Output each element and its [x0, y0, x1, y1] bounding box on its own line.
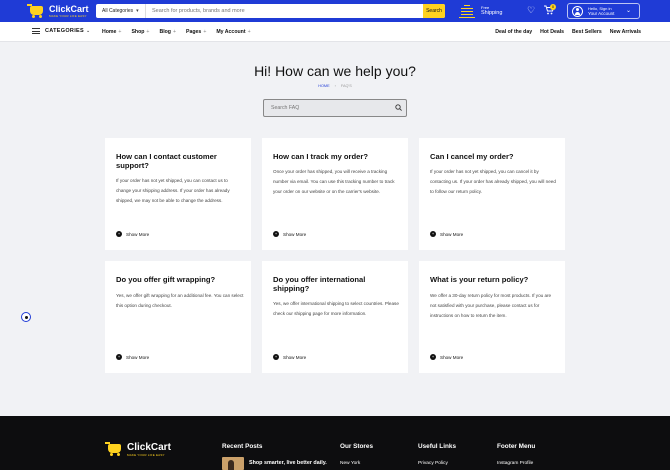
faq-question: Can I cancel my order? — [430, 152, 514, 161]
plus-circle-icon: + — [273, 354, 279, 360]
faq-answer: If your order has not yet shipped, you c… — [430, 169, 556, 195]
show-more-button[interactable]: + Show More — [273, 354, 306, 360]
store-link[interactable]: New York — [340, 461, 360, 466]
plus-circle-icon: + — [430, 231, 436, 237]
free-shipping[interactable]: Free Shipping — [459, 3, 502, 18]
plus-circle-icon: + — [430, 354, 436, 360]
main-nav: CATEGORIES ⌄ Home + Shop + Blog + Pages + My… — [0, 22, 670, 42]
cart-logo-icon — [27, 3, 47, 19]
faq-question: Do you offer international shipping? — [273, 275, 366, 293]
categories-label: CATEGORIES — [45, 28, 84, 34]
useful-link[interactable]: Privacy Policy — [418, 461, 448, 466]
chevron-down-icon: ▾ — [136, 8, 139, 14]
quick-link-deal-of-the-day[interactable]: Deal of the day — [495, 29, 532, 35]
faq-card: Do you offer international shipping? Yes… — [262, 261, 408, 373]
breadcrumb-separator: › — [334, 84, 336, 88]
post-thumbnail[interactable] — [222, 457, 244, 470]
show-more-button[interactable]: + Show More — [430, 354, 463, 360]
faq-answer: Yes, we offer gift wrapping for an addit… — [116, 293, 244, 309]
chevron-down-icon: ⌄ — [625, 8, 631, 14]
plus-circle-icon: + — [116, 231, 122, 237]
footer-logo-tagline: MAKE YOUR LIFE EASY — [127, 452, 165, 457]
shipping-line2: Shipping — [481, 9, 503, 16]
cart-logo-icon — [105, 441, 125, 457]
recent-post-title[interactable]: Shop smarter, live better daily. — [249, 460, 327, 466]
categories-menu[interactable]: CATEGORIES ⌄ — [32, 28, 90, 34]
plus-circle-icon: + — [273, 231, 279, 237]
menu-item-shop[interactable]: Shop + — [131, 29, 149, 35]
plus-circle-icon: + — [116, 354, 122, 360]
menu-item-my-account[interactable]: My Account + — [216, 29, 250, 35]
search-input[interactable] — [146, 4, 423, 18]
faq-question: How can I contact customer support? — [116, 152, 217, 170]
faq-card: Do you offer gift wrapping? Yes, we offe… — [105, 261, 251, 373]
search-icon[interactable] — [390, 103, 406, 113]
quick-link-new-arrivals[interactable]: New Arrivals — [610, 29, 641, 35]
faq-question: How can I track my order? — [273, 152, 368, 161]
show-more-button[interactable]: + Show More — [273, 231, 306, 237]
wishlist-heart-icon[interactable]: ♡ — [526, 5, 536, 15]
faq-card: How can I track my order? Once your orde… — [262, 138, 408, 250]
breadcrumb: HOME › FAQ'S — [0, 84, 670, 88]
faq-answer: If your order has not yet shipped, you c… — [116, 178, 230, 204]
menu-list: Home + Shop + Blog + Pages + My Account + — [102, 29, 261, 35]
faq-question: Do you offer gift wrapping? — [116, 275, 216, 284]
faq-card: How can I contact customer support? If y… — [105, 138, 251, 250]
top-header: ClickCart MAKE YOUR LIFE EASY All Catego… — [0, 0, 670, 22]
breadcrumb-current: FAQ'S — [340, 84, 352, 88]
show-more-button[interactable]: + Show More — [116, 231, 149, 237]
faq-card: Can I cancel my order? If your order has… — [419, 138, 565, 250]
search-button[interactable]: Search — [423, 4, 445, 18]
quick-links: Deal of the day Hot Deals Best Sellers N… — [487, 29, 641, 35]
cart-count-badge: 0 — [550, 4, 556, 10]
our-stores-heading: Our Stores — [340, 443, 374, 450]
building-icon — [459, 3, 475, 18]
show-more-button[interactable]: + Show More — [116, 354, 149, 360]
category-select[interactable]: All Categories ▾ — [96, 4, 146, 18]
user-icon — [572, 5, 583, 17]
chevron-down-icon: ⌄ — [85, 28, 91, 34]
logo[interactable]: ClickCart MAKE YOUR LIFE EASY — [27, 3, 89, 19]
logo-name: ClickCart — [49, 4, 89, 14]
useful-links-heading: Useful Links — [418, 443, 456, 450]
footer-logo[interactable]: ClickCart MAKE YOUR LIFE EASY — [105, 441, 171, 457]
faq-card: What is your return policy? We offer a 3… — [419, 261, 565, 373]
hamburger-icon — [32, 28, 40, 34]
faq-question: What is your return policy? — [430, 275, 529, 284]
category-select-value: All Categories — [102, 8, 134, 14]
menu-item-blog[interactable]: Blog + — [159, 29, 176, 35]
footer-menu-heading: Footer Menu — [497, 443, 536, 450]
account-label: Your Account — [588, 11, 615, 16]
recent-posts-heading: Recent Posts — [222, 443, 263, 450]
footer-logo-name: ClickCart — [127, 441, 171, 453]
breadcrumb-home[interactable]: HOME — [318, 84, 329, 88]
logo-tagline: MAKE YOUR LIFE EASY — [49, 14, 87, 18]
show-more-button[interactable]: + Show More — [430, 231, 463, 237]
faq-answer: Yes, we offer international shipping to … — [273, 301, 399, 317]
faq-answer: We offer a 30-day return policy for most… — [430, 293, 552, 319]
floating-radio-button[interactable] — [21, 312, 31, 322]
footer: ClickCart MAKE YOUR LIFE EASY Recent Pos… — [0, 416, 670, 470]
account-button[interactable]: Hello, Sign in Your Account ⌄ — [567, 3, 640, 19]
quick-link-best-sellers[interactable]: Best Sellers — [572, 29, 602, 35]
page-title: Hi! How can we help you? — [254, 63, 416, 79]
quick-link-hot-deals[interactable]: Hot Deals — [540, 29, 564, 35]
search-bar: All Categories ▾ Search — [96, 4, 445, 18]
faq-search-box — [263, 99, 407, 117]
faq-search-input[interactable] — [264, 101, 390, 115]
faq-answer: Once your order has shipped, you will re… — [273, 169, 395, 195]
footer-menu-link[interactable]: Instagram Profile — [497, 461, 533, 466]
menu-item-pages[interactable]: Pages + — [186, 29, 206, 35]
menu-item-home[interactable]: Home + — [102, 29, 121, 35]
